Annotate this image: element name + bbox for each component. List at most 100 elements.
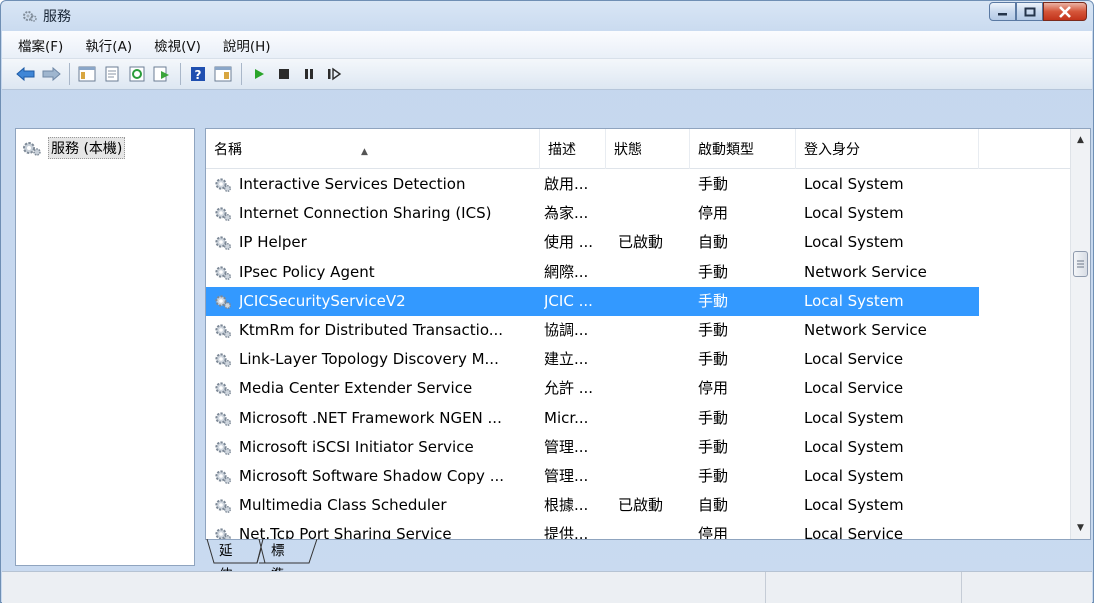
- cell-log-on-as: Local Service: [804, 379, 904, 398]
- start-service-button[interactable]: [247, 62, 271, 86]
- title-bar[interactable]: 服務: [1, 1, 1093, 31]
- scroll-up-arrow-icon[interactable]: ▲: [1071, 131, 1090, 149]
- cell-status: [618, 462, 690, 491]
- cell-log-on-as: Local System: [804, 175, 904, 193]
- table-row[interactable]: Multimedia Class Scheduler 根據... 已啟動 自動 Loca…: [206, 491, 979, 520]
- service-gear-icon: [214, 468, 232, 486]
- table-row[interactable]: Internet Connection Sharing (ICS) 為家... 停用…: [206, 199, 979, 228]
- column-header-description[interactable]: 描述: [540, 129, 606, 169]
- service-gear-icon: [214, 234, 232, 252]
- table-row[interactable]: KtmRm for Distributed Transactio... 協調...…: [206, 316, 979, 345]
- maximize-icon: [1024, 7, 1035, 16]
- cell-name: Microsoft Software Shadow Copy ...: [239, 467, 504, 485]
- services-window: 服務 檔案(F) 執行(A) 檢視(V) 說明(H) ? 服務 (本機) 名稱 …: [0, 0, 1094, 603]
- scrollbar-thumb[interactable]: [1073, 251, 1088, 277]
- menu-file[interactable]: 檔案(F): [2, 35, 74, 55]
- cell-startup-type: 手動: [698, 408, 729, 427]
- service-gear-icon: [214, 351, 232, 369]
- column-header-startup-type[interactable]: 啟動類型: [690, 129, 796, 169]
- cell-startup-type: 停用: [698, 204, 729, 223]
- restart-icon: [328, 67, 342, 81]
- table-row[interactable]: Microsoft .NET Framework NGEN ... Micr...…: [206, 404, 979, 433]
- console-tree: 服務 (本機): [15, 128, 195, 566]
- column-header-label: 狀態: [614, 142, 642, 158]
- cell-description: Micr...: [544, 408, 589, 427]
- refresh-button[interactable]: [125, 62, 149, 86]
- column-header-log-on-as[interactable]: 登入身分: [796, 129, 979, 169]
- properties-icon: [105, 66, 119, 82]
- cell-description: 啟用...: [544, 175, 589, 193]
- column-header-status[interactable]: 狀態: [606, 129, 690, 169]
- cell-startup-type: 手動: [698, 467, 729, 485]
- cell-log-on-as: Network Service: [804, 262, 927, 281]
- refresh-icon: [129, 66, 145, 82]
- forward-button[interactable]: [39, 62, 63, 86]
- back-button[interactable]: [14, 62, 38, 86]
- cell-log-on-as: Network Service: [804, 321, 927, 339]
- restart-service-button[interactable]: [322, 62, 346, 86]
- cell-name: Microsoft iSCSI Initiator Service: [239, 437, 474, 456]
- window-controls: [989, 2, 1087, 22]
- pause-service-button[interactable]: [297, 62, 321, 86]
- vertical-scrollbar[interactable]: ▲ ▼: [1070, 129, 1090, 539]
- menu-help[interactable]: 說明(H): [212, 35, 282, 55]
- help-button[interactable]: ?: [186, 62, 210, 86]
- tree-item-services-local[interactable]: 服務 (本機): [22, 137, 126, 159]
- table-row[interactable]: Net.Tcp Port Sharing Service 提供... 停用 Local…: [206, 520, 979, 539]
- cell-log-on-as: Local System: [804, 204, 904, 223]
- service-gear-icon: [214, 205, 232, 223]
- cell-description: 根據...: [544, 496, 589, 515]
- export-list-icon: [153, 66, 169, 82]
- tab-standard[interactable]: 標準: [271, 539, 285, 583]
- properties-button[interactable]: [100, 62, 124, 86]
- tab-extended[interactable]: 延伸: [219, 539, 233, 583]
- table-row[interactable]: Microsoft Software Shadow Copy ... 管理... 手…: [206, 462, 979, 491]
- column-header-label: 登入身分: [804, 142, 860, 158]
- cell-status: [618, 433, 690, 462]
- cell-name: KtmRm for Distributed Transactio...: [239, 321, 504, 339]
- tree-item-label: 服務 (本機): [48, 137, 126, 159]
- service-gear-icon: [214, 322, 232, 340]
- cell-description: 允許 ...: [544, 379, 594, 398]
- table-row[interactable]: Interactive Services Detection 啟用... 手動 Loc…: [206, 170, 979, 199]
- table-row[interactable]: Microsoft iSCSI Initiator Service 管理... 手動…: [206, 433, 979, 462]
- column-header-name[interactable]: 名稱 ▲: [206, 129, 540, 169]
- play-icon: [255, 69, 264, 79]
- cell-status: [618, 287, 690, 316]
- cell-description: 管理...: [544, 437, 589, 456]
- close-button[interactable]: [1043, 2, 1087, 21]
- menu-view[interactable]: 檢視(V): [143, 35, 212, 55]
- toolbar-separator: [180, 63, 181, 85]
- cell-description: 建立...: [544, 350, 589, 369]
- cell-description: 使用 ...: [544, 233, 594, 252]
- table-row[interactable]: Link-Layer Topology Discovery M... 建立... 手…: [206, 345, 979, 374]
- show-hide-console-tree-button[interactable]: [75, 62, 99, 86]
- cell-status: [618, 345, 690, 374]
- cell-log-on-as: Local System: [804, 291, 904, 310]
- cell-status: [618, 258, 690, 287]
- cell-status: 已啟動: [618, 496, 664, 515]
- cell-startup-type: 手動: [698, 175, 729, 193]
- menu-action[interactable]: 執行(A): [74, 35, 143, 55]
- console-tree-icon: [78, 66, 96, 82]
- minimize-button[interactable]: [989, 2, 1016, 21]
- cell-description: 網際...: [544, 262, 589, 281]
- service-gear-icon: [214, 176, 232, 194]
- services-list[interactable]: 名稱 ▲ 描述 狀態 啟動類型 登入身分 Interactive Service…: [205, 128, 1091, 540]
- export-list-button[interactable]: [150, 62, 174, 86]
- stop-service-button[interactable]: [272, 62, 296, 86]
- cell-status: 已啟動: [618, 233, 664, 252]
- service-gear-icon: [214, 410, 232, 428]
- cell-status: [618, 316, 690, 345]
- table-row[interactable]: JCICSecurityServiceV2 JCIC ... 手動 Local Sys…: [206, 286, 979, 316]
- show-action-pane-button[interactable]: [211, 62, 235, 86]
- table-row[interactable]: IP Helper 使用 ... 已啟動 自動 Local System: [206, 228, 979, 257]
- scroll-down-arrow-icon[interactable]: ▼: [1071, 519, 1090, 537]
- service-gear-icon: [214, 497, 232, 515]
- maximize-button[interactable]: [1016, 2, 1043, 21]
- table-row[interactable]: IPsec Policy Agent 網際... 手動 Network Service: [206, 258, 979, 287]
- cell-log-on-as: Local System: [804, 496, 904, 515]
- svg-text:?: ?: [195, 68, 202, 82]
- table-row[interactable]: Media Center Extender Service 允許 ... 停用 Loc…: [206, 374, 979, 403]
- cell-name: JCICSecurityServiceV2: [239, 291, 406, 310]
